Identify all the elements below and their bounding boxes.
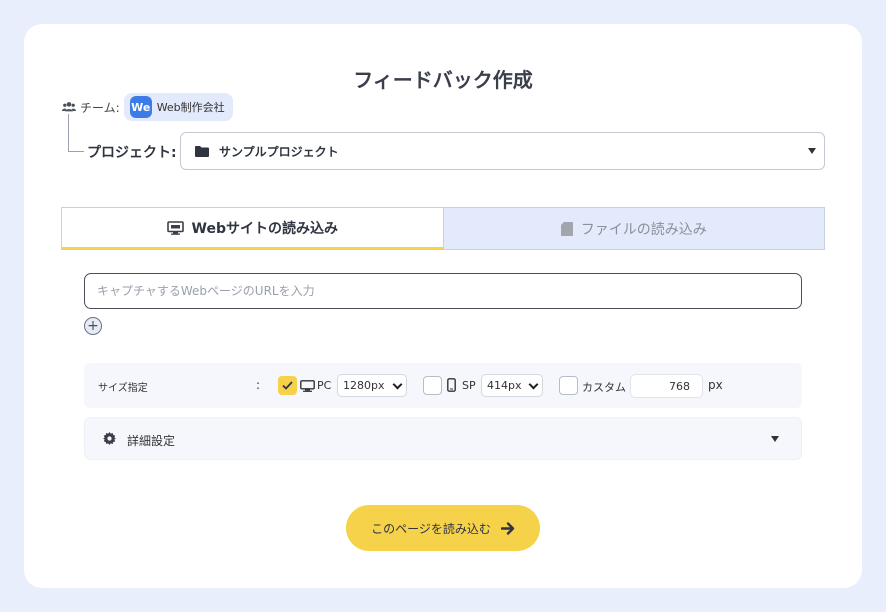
custom-label: カスタム xyxy=(582,381,626,394)
project-select[interactable]: サンプルプロジェクト xyxy=(180,132,825,170)
chevron-down-icon xyxy=(528,379,539,390)
size-label: サイズ指定 xyxy=(98,383,148,394)
advanced-settings-toggle[interactable]: 詳細設定 xyxy=(84,417,802,460)
desktop-icon xyxy=(300,380,315,392)
monitor-icon xyxy=(166,220,184,235)
load-page-label: このページを読み込む xyxy=(371,521,491,536)
advanced-settings-label: 詳細設定 xyxy=(127,434,176,448)
sp-checkbox[interactable] xyxy=(423,376,442,395)
chevron-down-icon xyxy=(771,436,779,442)
project-label: プロジェクト: xyxy=(87,145,177,161)
tab-file[interactable]: ファイルの読み込み xyxy=(443,207,825,250)
project-value: サンプルプロジェクト xyxy=(219,144,339,159)
team-name: Web制作会社 xyxy=(156,101,225,114)
tree-connector xyxy=(68,114,84,152)
pc-width-select[interactable]: 1280px xyxy=(337,374,407,397)
source-tabs: Webサイトの読み込み ファイルの読み込み xyxy=(61,207,825,250)
load-page-button[interactable]: このページを読み込む xyxy=(346,505,540,551)
size-colon: : xyxy=(256,378,261,392)
page-title: フィードバック作成 xyxy=(353,68,533,92)
gear-icon xyxy=(103,432,116,445)
tab-file-label: ファイルの読み込み xyxy=(580,221,707,238)
add-url-button[interactable]: + xyxy=(84,317,102,335)
team-avatar: We xyxy=(129,96,152,118)
tab-website[interactable]: Webサイトの読み込み xyxy=(61,207,444,250)
size-panel: サイズ指定 : PC 1280px SP 414px カスタム 768 px xyxy=(84,363,802,408)
pc-checkbox[interactable] xyxy=(278,376,297,395)
feedback-card: フィードバック作成 チーム: We Web制作会社 プロジェクト: サンプルプロ… xyxy=(24,24,862,588)
smartphone-icon xyxy=(447,378,456,392)
arrow-right-icon xyxy=(500,521,515,535)
check-icon xyxy=(282,381,293,390)
pc-label: PC xyxy=(317,379,332,392)
team-icon xyxy=(62,102,76,112)
pc-width-value: 1280px xyxy=(343,379,385,392)
chevron-down-icon xyxy=(392,379,403,390)
folder-icon xyxy=(195,146,209,157)
file-icon xyxy=(560,221,573,236)
custom-unit: px xyxy=(708,378,723,392)
sp-width-value: 414px xyxy=(487,379,522,392)
team-row: チーム: We Web制作会社 xyxy=(62,93,233,121)
team-label: チーム: xyxy=(80,100,120,115)
chevron-down-icon xyxy=(808,148,816,154)
url-input[interactable] xyxy=(84,273,802,309)
team-chip[interactable]: We Web制作会社 xyxy=(123,93,233,121)
custom-width-input[interactable] xyxy=(630,374,703,398)
sp-label: SP xyxy=(462,379,476,392)
custom-checkbox[interactable] xyxy=(559,376,578,395)
tab-website-label: Webサイトの読み込み xyxy=(191,220,338,237)
sp-width-select[interactable]: 414px xyxy=(481,374,543,397)
